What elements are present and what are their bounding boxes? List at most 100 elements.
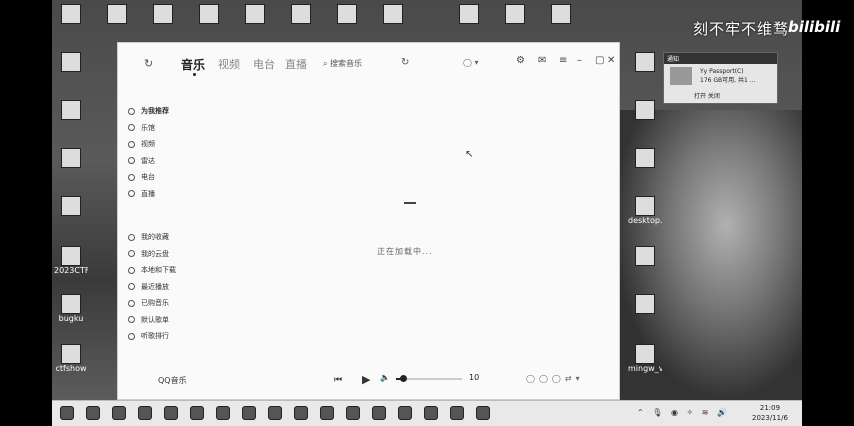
sidebar-item-default-list[interactable]: 默认歌单 xyxy=(128,312,218,329)
rank-icon xyxy=(128,332,135,340)
tab-live[interactable]: 直播 xyxy=(285,56,307,72)
taskbar-app-icon[interactable] xyxy=(424,406,438,420)
desktop-icon[interactable] xyxy=(54,50,88,90)
taskbar-app-icon[interactable] xyxy=(372,406,386,420)
desktop-icon[interactable] xyxy=(54,194,88,234)
sidebar-item-video[interactable]: 视频 xyxy=(128,136,218,153)
app-header: ↻ 音乐 视频 电台 直播 ⌕ 搜索音乐 ↻ ◯ ▾ ⚙ ✉ ≡ – ▢ ✕ xyxy=(118,43,619,83)
desktop-icon[interactable] xyxy=(54,98,88,138)
taskbar-app-icon[interactable] xyxy=(268,406,282,420)
desktop-icon[interactable] xyxy=(192,2,226,42)
play-button[interactable]: ▶ xyxy=(362,373,370,386)
sidebar-item-local[interactable]: 本地和下载 xyxy=(128,262,218,279)
desktop-icon[interactable] xyxy=(54,146,88,186)
sidebar-item-radio[interactable]: 电台 xyxy=(128,169,218,186)
search-placeholder: 搜索音乐 xyxy=(330,59,363,68)
taskbar-app-icon[interactable] xyxy=(476,406,490,420)
taskbar-app-icon[interactable] xyxy=(164,406,178,420)
watermark-text: 刻不牢不维骛 xyxy=(693,20,790,38)
settings-icon[interactable]: ⚙ xyxy=(516,55,525,66)
sidebar-item-purchased[interactable]: 已购音乐 xyxy=(128,295,218,312)
taskbar-app-icon[interactable] xyxy=(346,406,360,420)
taskbar-app-icon[interactable] xyxy=(138,406,152,420)
menu-icon[interactable]: ≡ xyxy=(559,55,567,66)
volume-knob[interactable] xyxy=(399,375,407,382)
desktop-icon[interactable]: desktop.ini xyxy=(628,194,662,234)
tab-radio[interactable]: 电台 xyxy=(253,56,275,72)
desktop-icon[interactable] xyxy=(54,2,88,42)
volume-slider[interactable] xyxy=(396,375,462,382)
app-logo-icon[interactable]: ↻ xyxy=(144,57,153,70)
sidebar-item-music-hall[interactable]: 乐馆 xyxy=(128,120,218,137)
sidebar-item-cloud[interactable]: 我的云盘 xyxy=(128,246,218,263)
start-icon[interactable] xyxy=(60,406,74,420)
minimize-button[interactable]: – xyxy=(577,55,582,66)
popup-line1: Yy Passport(C) xyxy=(700,68,744,75)
system-tray[interactable]: ⌃ 🎙 ◉ ✧ ≋ 🔊 xyxy=(637,408,730,417)
letterbox-left xyxy=(0,0,52,426)
edge-icon[interactable] xyxy=(86,406,100,420)
user-icon xyxy=(128,107,135,115)
bag-icon xyxy=(128,299,135,307)
taskbar-app-icon[interactable] xyxy=(294,406,308,420)
sidebar-item-recent[interactable]: 最近播放 xyxy=(128,279,218,296)
loading-text: 正在加载中... xyxy=(377,247,433,256)
search-input[interactable]: ⌕ 搜索音乐 xyxy=(323,58,362,69)
bilibili-logo: bilibili xyxy=(788,18,841,36)
desktop-icon[interactable] xyxy=(628,244,662,284)
desktop-icon[interactable]: bugku xyxy=(54,292,88,332)
tab-video[interactable]: 视频 xyxy=(218,56,240,72)
desktop-icon[interactable] xyxy=(376,2,410,42)
download-icon xyxy=(128,266,135,274)
notification-popup: 通知 Yy Passport(C) 176 GB可用, 共1 ... 打开 关闭 xyxy=(663,52,778,104)
clock[interactable]: 21:09 2023/11/6 xyxy=(752,403,788,423)
sidebar-item-live[interactable]: 直播 xyxy=(128,186,218,203)
taskbar-app-icon[interactable] xyxy=(216,406,230,420)
now-playing-title[interactable]: QQ音乐 xyxy=(158,375,187,386)
list-icon xyxy=(128,316,135,324)
desktop-icon[interactable] xyxy=(452,2,486,42)
volume-icon[interactable]: 🔈 xyxy=(380,373,390,382)
desktop-icon[interactable] xyxy=(238,2,272,42)
desktop-icon[interactable] xyxy=(628,98,662,138)
sidebar-item-ranking[interactable]: 听歌排行 xyxy=(128,328,218,345)
music-app-window: ↻ 音乐 视频 电台 直播 ⌕ 搜索音乐 ↻ ◯ ▾ ⚙ ✉ ≡ – ▢ ✕ 为… xyxy=(117,42,620,400)
maximize-button[interactable]: ▢ xyxy=(595,55,604,66)
tab-music[interactable]: 音乐 xyxy=(181,56,205,73)
desktop-icon[interactable]: 2023CTF报 xyxy=(54,244,88,284)
sidebar-item-recommend[interactable]: 为我推荐 xyxy=(128,103,218,120)
desktop-icon[interactable] xyxy=(498,2,532,42)
desktop-icon[interactable] xyxy=(628,50,662,90)
taskbar-app-icon[interactable] xyxy=(112,406,126,420)
desktop-icon[interactable] xyxy=(330,2,364,42)
desktop-icon[interactable] xyxy=(284,2,318,42)
player-extra-controls[interactable]: ◯◯◯⇄▾ xyxy=(526,374,584,383)
popup-actions[interactable]: 打开 关闭 xyxy=(694,91,720,100)
refresh-icon[interactable]: ↻ xyxy=(401,57,409,68)
desktop-icon[interactable] xyxy=(146,2,180,42)
desktop-icon[interactable] xyxy=(628,292,662,332)
desktop-icon[interactable]: ctfshow xyxy=(54,342,88,382)
taskbar-app-icon[interactable] xyxy=(242,406,256,420)
taskbar-app-icon[interactable] xyxy=(320,406,334,420)
taskbar-app-icon[interactable] xyxy=(398,406,412,420)
music-app-taskbar-icon[interactable] xyxy=(450,406,464,420)
close-button[interactable]: ✕ xyxy=(607,55,615,66)
popup-header: 通知 xyxy=(664,53,777,64)
prev-track-icon[interactable]: ⏮ xyxy=(334,375,342,385)
radar-icon xyxy=(128,157,135,165)
active-tab-indicator xyxy=(193,73,196,76)
mail-icon[interactable]: ✉ xyxy=(538,55,546,66)
user-area[interactable]: ◯ ▾ xyxy=(463,58,479,67)
letterbox-right xyxy=(802,0,854,426)
sidebar-item-radar[interactable]: 雷达 xyxy=(128,153,218,170)
desktop-icon[interactable] xyxy=(100,2,134,42)
desktop-icon[interactable] xyxy=(544,2,578,42)
sidebar-item-favorites[interactable]: 我的收藏 xyxy=(128,229,218,246)
taskbar-app-icon[interactable] xyxy=(190,406,204,420)
desktop-icon[interactable]: mingw_v1... xyxy=(628,342,662,382)
loading-spinner xyxy=(404,202,416,204)
desktop-icon[interactable] xyxy=(628,146,662,186)
taskbar: ⌃ 🎙 ◉ ✧ ≋ 🔊 21:09 2023/11/6 xyxy=(52,400,802,426)
heart-icon xyxy=(128,233,135,241)
